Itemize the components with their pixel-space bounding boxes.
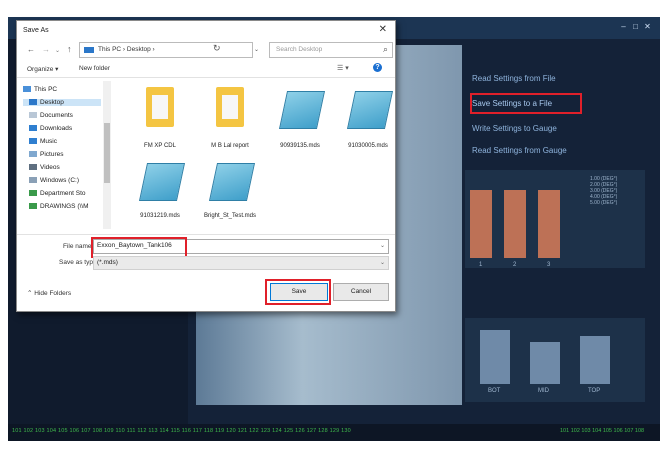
write-settings-to-gauge[interactable]: Write Settings to Gauge [472,124,557,133]
save-type-value: (*.mds) [97,259,118,266]
help-icon[interactable]: ? [373,63,382,72]
chart2-bar [580,336,610,384]
chart-bar [504,190,526,258]
save-type-select[interactable]: (*.mds) ⌄ [93,256,389,270]
close-icon[interactable]: ✕ [379,24,387,35]
save-button-highlight [265,279,331,305]
nav-downloads[interactable]: Downloads [29,125,72,132]
channel-status-list: 101 102 103 104 105 106 107 108 109 110 … [12,428,351,434]
nav-this-pc[interactable]: This PC [23,86,57,93]
nav-documents[interactable]: Documents [29,112,73,119]
file-item[interactable]: FM XP CDL [125,83,195,153]
notepad-icon [278,91,326,129]
chevron-down-icon[interactable]: ⌄ [254,46,259,53]
search-placeholder: Search Desktop [276,46,323,53]
refresh-icon[interactable]: ↻ [213,43,221,54]
file-item[interactable]: 91031219.mds [125,159,195,229]
new-folder-button[interactable]: New folder [79,65,110,72]
cancel-button[interactable]: Cancel [333,283,389,301]
back-arrow-icon[interactable]: ← [27,45,35,54]
chart-x-label: 2 [513,262,517,268]
nav-videos[interactable]: Videos [29,164,60,171]
view-options-icon[interactable]: ☰ ▾ [337,64,349,72]
close-app-icon[interactable]: ✕ [644,23,651,31]
file-item[interactable]: 91030005.mds [333,83,403,153]
nav-scrollbar[interactable] [103,81,111,229]
file-name: 91031219.mds [140,213,180,219]
file-item[interactable]: M B Lal report [195,83,265,153]
file-item[interactable]: Bright_St_Test.mds [195,159,265,229]
file-name-highlight [91,237,187,258]
save-as-dialog: Save As ✕ ← → ⌄ ↑ This PC › Desktop › ⌄ … [16,20,396,312]
chart-x-label: 3 [547,262,551,268]
address-bar[interactable]: This PC › Desktop › ⌄ [79,42,259,58]
channel-status-right: 101 102 103 104 105 106 107 108 [560,428,645,434]
nav-desktop[interactable]: Desktop [23,99,101,106]
chevron-down-icon[interactable]: ⌄ [380,242,385,249]
file-name: 90939135.mds [280,143,320,149]
file-item[interactable]: 90939135.mds [265,83,335,153]
search-input[interactable]: Search Desktop ⌕ [269,42,393,58]
maximize-icon[interactable]: □ [632,23,639,31]
chart2-bar [480,330,510,384]
chart2-x-label: BOT [488,388,501,394]
dialog-title: Save As [23,27,49,34]
chevron-down-icon[interactable]: ⌄ [380,259,385,266]
minimize-icon[interactable]: – [620,23,627,31]
scroll-thumb[interactable] [104,123,110,183]
pc-icon [84,47,94,53]
file-name: FM XP CDL [144,143,176,149]
chart-x-label: 1 [479,262,483,268]
chart2-x-label: TOP [588,388,601,394]
notepad-icon [346,91,394,129]
file-name-label: File name: [63,243,94,250]
pdf-folder-icon [216,87,244,127]
save-settings-highlight [470,93,582,114]
file-name: Bright_St_Test.mds [203,213,257,219]
organize-button[interactable]: Organize ▾ [27,65,58,73]
read-settings-from-gauge[interactable]: Read Settings from Gauge [472,146,567,155]
divider [17,234,395,235]
chart-bar [470,190,492,258]
file-name: 91030005.mds [348,143,388,149]
nav-music[interactable]: Music [29,138,57,145]
nav-drawings[interactable]: DRAWINGS (\\M [29,203,89,210]
read-settings-from-file[interactable]: Read Settings from File [472,74,556,83]
nav-pictures[interactable]: Pictures [29,151,63,158]
notepad-icon [138,163,186,201]
nav-windows-c[interactable]: Windows (C:) [29,177,79,184]
chart-legend: 1.00 (DEG°) 2.00 (DEG°) 3.00 (DEG°) 4.00… [590,176,618,206]
chart2-x-label: MID [538,388,549,394]
hide-folders-toggle[interactable]: ⌃ Hide Folders [27,289,71,297]
navigation-pane: This PC Desktop Documents Downloads Musi… [17,78,113,234]
nav-department-storage[interactable]: Department Sto [29,190,86,197]
up-arrow-icon[interactable]: ↑ [67,44,72,54]
recent-locations-icon[interactable]: ⌄ [55,47,60,54]
chart2-bar [530,342,560,384]
notepad-icon [208,163,256,201]
file-name: M B Lal report [211,143,249,149]
search-icon: ⌕ [382,44,388,54]
breadcrumb: This PC › Desktop › [98,46,155,53]
pdf-folder-icon [146,87,174,127]
forward-arrow-icon[interactable]: → [42,45,50,54]
chart-bar [538,190,560,258]
